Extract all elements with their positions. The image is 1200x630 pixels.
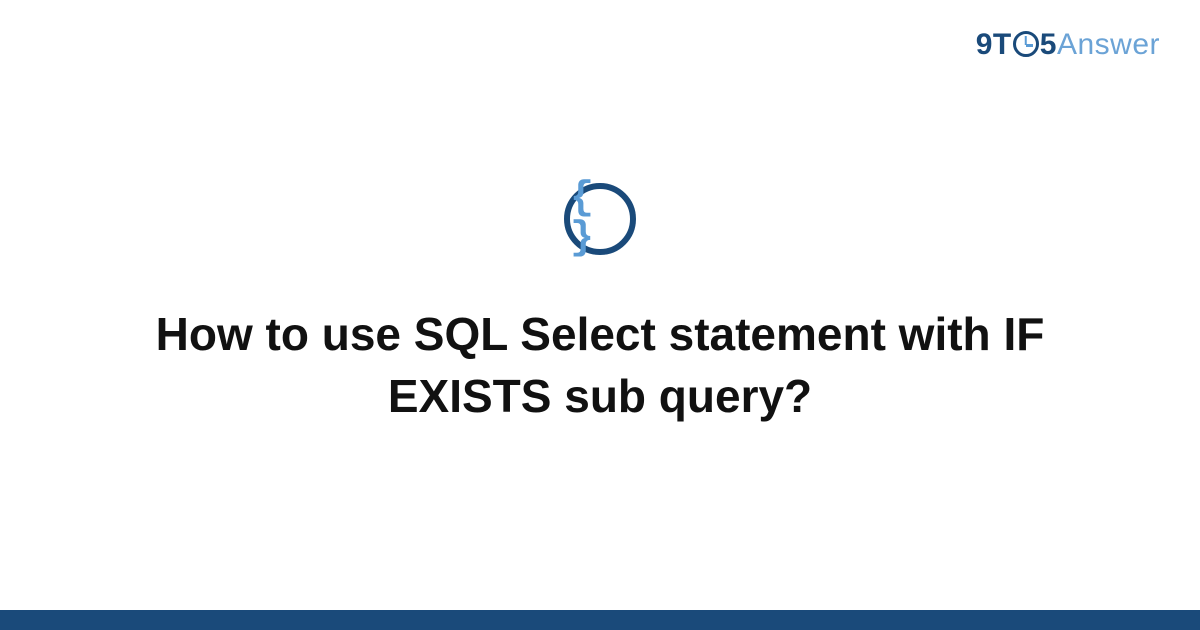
code-braces-icon: { }: [564, 183, 636, 255]
footer-bar: [0, 610, 1200, 630]
braces-glyph: { }: [570, 179, 630, 259]
question-title: How to use SQL Select statement with IF …: [110, 303, 1090, 427]
main-content: { } How to use SQL Select statement with…: [0, 0, 1200, 610]
